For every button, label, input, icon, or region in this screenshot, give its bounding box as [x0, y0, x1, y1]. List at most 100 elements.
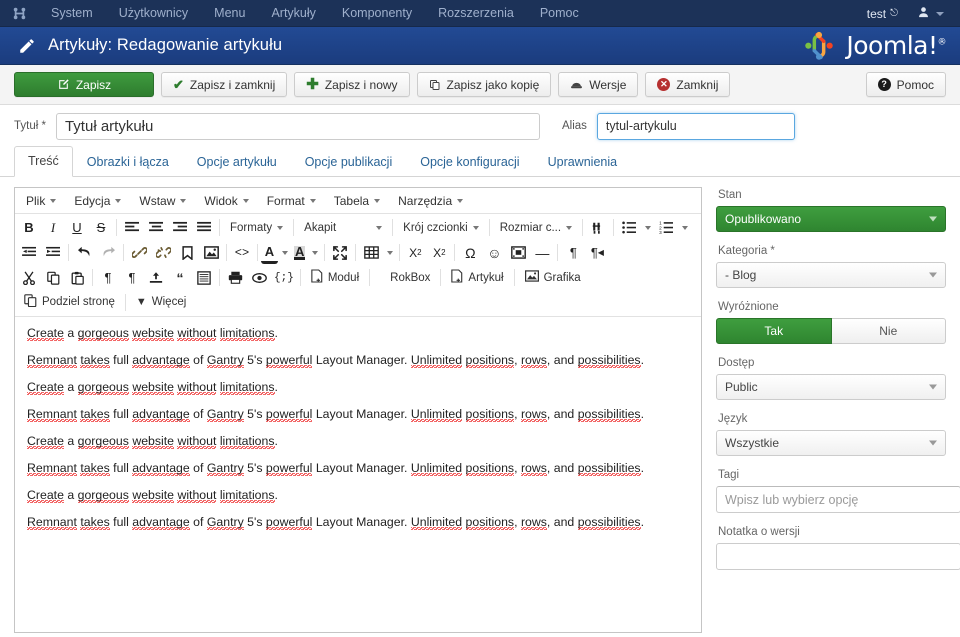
ltr-icon[interactable]: ¶ — [561, 242, 585, 264]
admin-menu-item-help[interactable]: Pomoc — [527, 0, 592, 27]
preview-icon[interactable] — [247, 267, 271, 289]
insert-module-button[interactable]: Moduł — [304, 266, 366, 289]
indent-icon[interactable] — [41, 242, 65, 264]
admin-menu-item-system[interactable]: System — [38, 0, 106, 27]
paste-as-text-icon[interactable]: ¶ — [96, 267, 120, 289]
numbered-list-split[interactable]: 123 — [654, 217, 691, 239]
bullet-list-split[interactable] — [617, 217, 654, 239]
horizontal-rule-icon[interactable]: — — [530, 242, 554, 264]
emoticon-icon[interactable]: ☺ — [482, 242, 506, 264]
save-and-close-button[interactable]: ✔ Zapisz i zamknij — [161, 72, 288, 97]
language-select[interactable]: Wszystkie — [716, 430, 946, 456]
copy-icon[interactable] — [41, 267, 65, 289]
undo-icon[interactable] — [72, 242, 96, 264]
show-invisible-icon[interactable]: ¶ — [120, 267, 144, 289]
align-right-icon[interactable] — [168, 217, 192, 239]
bullet-list-caret-icon[interactable] — [641, 217, 654, 239]
access-select[interactable]: Public — [716, 374, 946, 400]
strikethrough-icon[interactable]: S — [89, 217, 113, 239]
align-center-icon[interactable] — [144, 217, 168, 239]
source-code-icon[interactable]: <> — [230, 242, 254, 264]
user-menu[interactable] — [908, 6, 952, 21]
cut-icon[interactable] — [17, 267, 41, 289]
alias-input[interactable] — [596, 112, 795, 140]
save-and-new-button[interactable]: ✚ Zapisz i nowy — [294, 72, 410, 97]
link-icon[interactable] — [127, 242, 151, 264]
media-icon[interactable] — [506, 242, 530, 264]
search-replace-icon[interactable] — [586, 217, 610, 239]
subscript-icon[interactable]: X2 — [403, 242, 427, 264]
tab-opcje-artykulu[interactable]: Opcje artykułu — [183, 147, 291, 177]
editor-content-area[interactable]: Create a gorgeous website without limita… — [15, 317, 701, 632]
admin-menu-item-users[interactable]: Użytkownicy — [106, 0, 201, 27]
tab-uprawnienia[interactable]: Uprawnienia — [534, 147, 631, 177]
text-color-split[interactable]: A — [261, 242, 291, 264]
tab-obrazki-i-lacza[interactable]: Obrazki i łącza — [73, 147, 183, 177]
table-icon[interactable] — [359, 242, 383, 264]
menu-view[interactable]: Widok — [195, 191, 257, 211]
text-color-caret-icon[interactable] — [278, 242, 291, 264]
numbered-list-icon[interactable]: 123 — [654, 217, 678, 239]
font-family-dropdown[interactable]: Krój czcionki — [396, 219, 486, 237]
rokbox-button[interactable]: RokBox — [383, 269, 437, 287]
paragraph-style-dropdown[interactable]: Akapit — [297, 219, 389, 237]
tab-opcje-konfiguracji[interactable]: Opcje konfiguracji — [406, 147, 533, 177]
fullscreen-icon[interactable] — [328, 242, 352, 264]
insert-article-button[interactable]: Artykuł — [444, 266, 510, 289]
joomla-mark-icon[interactable] — [0, 0, 38, 27]
italic-icon[interactable]: I — [41, 217, 65, 239]
save-as-copy-button[interactable]: Zapisz jako kopię — [416, 72, 552, 97]
featured-no-button[interactable]: Nie — [831, 318, 946, 344]
underline-icon[interactable]: U — [65, 217, 89, 239]
status-select[interactable]: Opublikowano — [716, 206, 946, 232]
menu-tools[interactable]: Narzędzia — [389, 191, 472, 211]
table-split[interactable] — [359, 242, 396, 264]
print-icon[interactable] — [223, 267, 247, 289]
align-left-icon[interactable] — [120, 217, 144, 239]
close-button[interactable]: ✕ Zamknij — [645, 72, 731, 97]
admin-menu-item-articles[interactable]: Artykuły — [258, 0, 328, 27]
readmore-button[interactable]: ▼ Więcej — [129, 293, 193, 311]
background-color-caret-icon[interactable] — [308, 242, 321, 264]
table-caret-icon[interactable] — [383, 242, 396, 264]
menu-file[interactable]: Plik — [17, 191, 65, 211]
template-icon[interactable] — [192, 267, 216, 289]
admin-menu-item-components[interactable]: Komponenty — [329, 0, 425, 27]
formats-dropdown[interactable]: Formaty — [223, 219, 290, 237]
special-character-icon[interactable]: Ω — [458, 242, 482, 264]
align-justify-icon[interactable] — [192, 217, 216, 239]
help-button[interactable]: ? Pomoc — [865, 72, 946, 97]
text-color-icon[interactable]: A — [261, 242, 278, 264]
font-size-dropdown[interactable]: Rozmiar c... — [493, 219, 579, 237]
background-color-split[interactable]: A — [291, 242, 321, 264]
menu-insert[interactable]: Wstaw — [130, 191, 195, 211]
pagebreak-button[interactable]: Podziel stronę — [17, 291, 122, 313]
featured-yes-button[interactable]: Tak — [716, 318, 832, 344]
outdent-icon[interactable] — [17, 242, 41, 264]
nonbreaking-icon[interactable]: {;} — [271, 267, 297, 289]
unlink-icon[interactable] — [151, 242, 175, 264]
tab-opcje-publikacji[interactable]: Opcje publikacji — [291, 147, 407, 177]
superscript-icon[interactable]: X2 — [427, 242, 451, 264]
bold-icon[interactable]: B — [17, 217, 41, 239]
redo-icon[interactable] — [96, 242, 120, 264]
image-icon[interactable] — [199, 242, 223, 264]
tags-input[interactable]: Wpisz lub wybierz opcję — [716, 486, 960, 513]
menu-edit[interactable]: Edycja — [65, 191, 130, 211]
category-select[interactable]: - Blog — [716, 262, 946, 288]
background-color-icon[interactable]: A — [291, 242, 308, 264]
title-input[interactable] — [55, 112, 540, 140]
versions-button[interactable]: Wersje — [558, 72, 639, 97]
paste-icon[interactable] — [65, 267, 89, 289]
admin-menu-item-extensions[interactable]: Rozszerzenia — [425, 0, 527, 27]
upload-icon[interactable] — [144, 267, 168, 289]
admin-menu-item-menu[interactable]: Menu — [201, 0, 258, 27]
blockquote-icon[interactable]: “ — [168, 267, 192, 289]
insert-graphic-button[interactable]: Grafika — [518, 267, 588, 288]
anchor-icon[interactable] — [175, 242, 199, 264]
bullet-list-icon[interactable] — [617, 217, 641, 239]
menu-table[interactable]: Tabela — [325, 191, 389, 211]
save-button[interactable]: Zapisz — [14, 72, 154, 97]
menu-format[interactable]: Format — [258, 191, 325, 211]
rtl-icon[interactable]: ¶ ◀ — [585, 242, 609, 264]
